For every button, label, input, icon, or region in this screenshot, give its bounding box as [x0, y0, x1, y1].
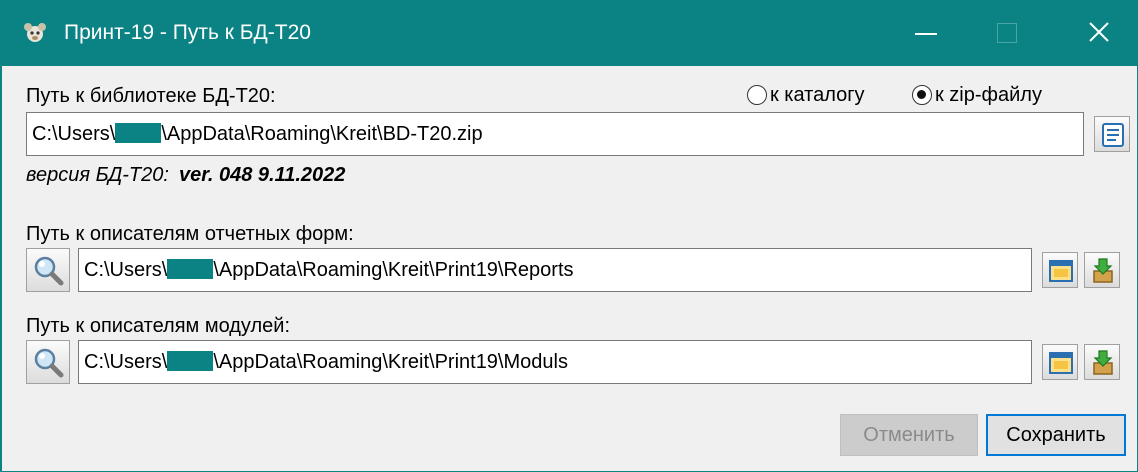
app-icon [24, 23, 46, 42]
version-value: ver. 048 9.11.2022 [178, 164, 346, 186]
reports-path-suffix: \AppData\Roaming\Kreit\Print19\Reports [213, 259, 574, 281]
folder-icon [1049, 352, 1073, 374]
version-info: версия БД-Т20: ver. 048 9.11.2022 [26, 164, 345, 187]
title-bar[interactable]: Принт-19 - Путь к БД-Т20 [2, 0, 1137, 66]
radio-catalog[interactable]: к каталогу [747, 82, 865, 108]
version-label: версия БД-Т20: [26, 164, 169, 186]
library-browse-button[interactable] [1094, 116, 1130, 152]
modules-path-prefix: C:\Users\ [84, 351, 168, 373]
modules-download-button[interactable] [1084, 344, 1120, 380]
reports-download-button[interactable] [1084, 252, 1120, 288]
username-redaction [167, 351, 214, 371]
folder-icon [1049, 260, 1073, 282]
download-icon [1093, 258, 1113, 283]
reports-folder-button[interactable] [1042, 252, 1078, 288]
modules-path-suffix: \AppData\Roaming\Kreit\Print19\Moduls [213, 351, 568, 373]
close-button[interactable] [1058, 0, 1138, 66]
modules-search-button[interactable] [26, 340, 70, 384]
reports-path-input[interactable]: C:\Users\ \AppData\Roaming\Kreit\Print19\… [78, 248, 1032, 292]
library-path-label: Путь к библиотеке БД-Т20: [26, 85, 276, 107]
radio-zip-indicator[interactable] [912, 85, 932, 105]
reports-path-label: Путь к описателям отчетных форм: [26, 223, 354, 245]
window-title: Принт-19 - Путь к БД-Т20 [64, 21, 311, 44]
library-path-prefix: C:\Users\ [32, 123, 116, 145]
download-icon [1093, 350, 1113, 375]
username-redaction [115, 123, 162, 143]
modules-path-label: Путь к описателям модулей: [26, 315, 291, 337]
library-path-input[interactable]: C:\Users\ \AppData\Roaming\Kreit\BD-T20.z… [26, 112, 1084, 156]
cancel-button: Отменить [840, 414, 978, 456]
minimize-icon [915, 33, 937, 35]
dialog-window: Принт-19 - Путь к БД-Т20 Путь к библиоте… [0, 0, 1138, 472]
maximize-icon [997, 23, 1017, 43]
save-button[interactable]: Сохранить [986, 414, 1126, 456]
username-redaction [167, 259, 214, 279]
radio-catalog-indicator[interactable] [747, 85, 767, 105]
reports-search-button[interactable] [26, 248, 70, 292]
library-path-suffix: \AppData\Roaming\Kreit\BD-T20.zip [161, 123, 483, 145]
reports-path-prefix: C:\Users\ [84, 259, 168, 281]
modules-folder-button[interactable] [1042, 344, 1078, 380]
file-browse-icon [1102, 123, 1124, 147]
radio-zip-label: к zip-файлу [935, 84, 1042, 106]
radio-zip[interactable]: к zip-файлу [912, 82, 1042, 108]
radio-catalog-label: к каталогу [770, 84, 865, 106]
minimize-button[interactable] [886, 0, 966, 66]
maximize-button [966, 0, 1046, 66]
modules-path-input[interactable]: C:\Users\ \AppData\Roaming\Kreit\Print19\… [78, 340, 1032, 384]
close-icon [1089, 22, 1109, 42]
magnifier-icon [34, 256, 64, 286]
magnifier-icon [34, 348, 64, 378]
